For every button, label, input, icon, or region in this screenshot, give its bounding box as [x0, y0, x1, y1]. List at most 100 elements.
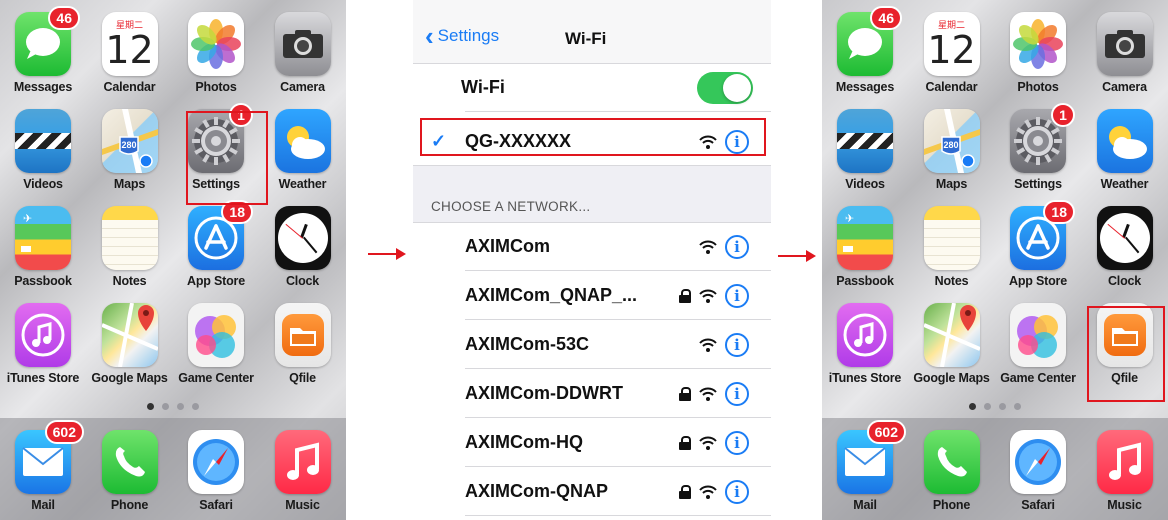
app-clock[interactable]: Clock: [260, 200, 346, 296]
notification-badge: 46: [48, 6, 80, 30]
divider: [465, 270, 771, 271]
app-label: Calendar: [103, 80, 156, 94]
app-google-maps[interactable]: Google Maps: [87, 297, 173, 393]
network-row[interactable]: AXIMCom-53C i: [413, 321, 771, 369]
safari-icon: [1010, 430, 1066, 494]
google-maps-icon: [923, 303, 980, 367]
page-indicator: [0, 403, 346, 410]
app-mail[interactable]: Mail 602: [0, 420, 86, 520]
app-label: Safari: [1021, 498, 1055, 512]
passbook-icon: ✈: [837, 206, 893, 270]
app-safari[interactable]: Safari: [995, 424, 1081, 520]
wifi-signal-icon: [699, 338, 717, 352]
app-game-center[interactable]: Game Center: [995, 297, 1081, 393]
section-header: CHOOSE A NETWORK...: [413, 165, 771, 223]
page-dot: [192, 403, 199, 410]
highway-shield-number: 280: [943, 140, 958, 150]
divider: [465, 466, 771, 467]
app-itunes-store[interactable]: iTunes Store: [0, 297, 86, 393]
app-game-center[interactable]: Game Center: [173, 297, 259, 393]
itunes-store-icon: [15, 303, 71, 367]
app-videos[interactable]: Videos: [0, 103, 86, 199]
app-app-store[interactable]: App Store 18: [995, 200, 1081, 296]
app-camera[interactable]: Camera: [260, 6, 346, 102]
app-google-maps[interactable]: Google Maps: [909, 297, 995, 393]
wifi-signal-icon: [699, 485, 717, 499]
app-weather[interactable]: Weather: [260, 103, 346, 199]
photos-icon: [188, 12, 244, 76]
network-name: AXIMCom-HQ: [465, 432, 583, 452]
app-mail[interactable]: Mail 602: [822, 420, 908, 520]
app-label: Photos: [1017, 80, 1059, 94]
app-calendar[interactable]: 星期二 12 Calendar: [909, 6, 995, 102]
app-camera[interactable]: Camera: [1082, 6, 1168, 102]
app-photos[interactable]: Photos: [995, 6, 1081, 102]
app-label: Game Center: [1000, 371, 1076, 385]
page-dot: [969, 403, 976, 410]
app-qfile[interactable]: Qfile: [260, 297, 346, 393]
app-notes[interactable]: Notes: [87, 200, 173, 296]
lock-icon: [679, 436, 691, 450]
app-label: Videos: [845, 177, 885, 191]
info-button[interactable]: i: [725, 431, 749, 455]
network-row[interactable]: AXIMCom-DDWRT i: [413, 370, 771, 418]
page-dot: [147, 403, 154, 410]
app-safari[interactable]: Safari: [173, 424, 259, 520]
wifi-signal-icon: [699, 240, 717, 254]
info-button[interactable]: i: [725, 480, 749, 504]
app-music[interactable]: Music: [260, 424, 346, 520]
maps-icon: 280: [101, 109, 158, 173]
music-icon: [1096, 430, 1153, 494]
network-row[interactable]: AXIMCom i: [413, 223, 771, 271]
info-button[interactable]: i: [725, 382, 749, 406]
game-center-icon: [1010, 303, 1066, 367]
app-notes[interactable]: Notes: [909, 200, 995, 296]
info-button[interactable]: i: [725, 284, 749, 308]
app-passbook[interactable]: ✈ Passbook: [822, 200, 908, 296]
app-phone[interactable]: Phone: [909, 424, 995, 520]
divider: [465, 111, 771, 112]
app-phone[interactable]: Phone: [87, 424, 173, 520]
back-button[interactable]: ‹ Settings: [425, 21, 499, 51]
info-button[interactable]: i: [725, 333, 749, 357]
app-label: Google Maps: [913, 371, 990, 385]
qfile-highlight-box: [1087, 306, 1165, 402]
app-music[interactable]: Music: [1082, 424, 1168, 520]
network-row[interactable]: AXIMCom_QNAP_... i: [413, 272, 771, 320]
network-name: AXIMCom: [465, 236, 550, 256]
step-arrow-2: [778, 250, 816, 262]
app-maps[interactable]: 280 Maps: [909, 103, 995, 199]
page-dot: [177, 403, 184, 410]
app-label: Music: [1107, 498, 1142, 512]
music-icon: [274, 430, 331, 494]
app-itunes-store[interactable]: iTunes Store: [822, 297, 908, 393]
wifi-toggle-label: Wi-Fi: [461, 77, 505, 97]
app-photos[interactable]: Photos: [173, 6, 259, 102]
app-messages[interactable]: Messages 46: [0, 6, 86, 102]
app-grid: Messages 46 星期二 12 Calendar Photos Camera Video…: [0, 0, 346, 400]
app-weather[interactable]: Weather: [1082, 103, 1168, 199]
app-clock[interactable]: Clock: [1082, 200, 1168, 296]
app-messages[interactable]: Messages 46: [822, 6, 908, 102]
app-settings[interactable]: Settings 1: [995, 103, 1081, 199]
app-calendar[interactable]: 星期二 12 Calendar: [87, 6, 173, 102]
app-passbook[interactable]: ✈ Passbook: [0, 200, 86, 296]
network-row[interactable]: AXIMCom-QNAP i: [413, 468, 771, 516]
app-label: Calendar: [925, 80, 978, 94]
clock-icon: [274, 206, 331, 270]
weather-icon: [1096, 109, 1153, 173]
app-label: Phone: [932, 498, 971, 512]
wifi-toggle[interactable]: [697, 72, 753, 104]
app-maps[interactable]: 280 Maps: [87, 103, 173, 199]
app-videos[interactable]: Videos: [822, 103, 908, 199]
network-status: i: [679, 480, 749, 504]
notification-badge: 1: [1051, 103, 1075, 127]
app-app-store[interactable]: App Store 18: [173, 200, 259, 296]
wifi-signal-icon: [699, 289, 717, 303]
app-label: Clock: [285, 274, 320, 288]
network-status: i: [679, 382, 749, 406]
calendar-date: 12: [105, 27, 154, 72]
network-row[interactable]: AXIMCom-HQ i: [413, 419, 771, 467]
chevron-left-icon: ‹: [425, 21, 434, 51]
info-button[interactable]: i: [725, 235, 749, 259]
